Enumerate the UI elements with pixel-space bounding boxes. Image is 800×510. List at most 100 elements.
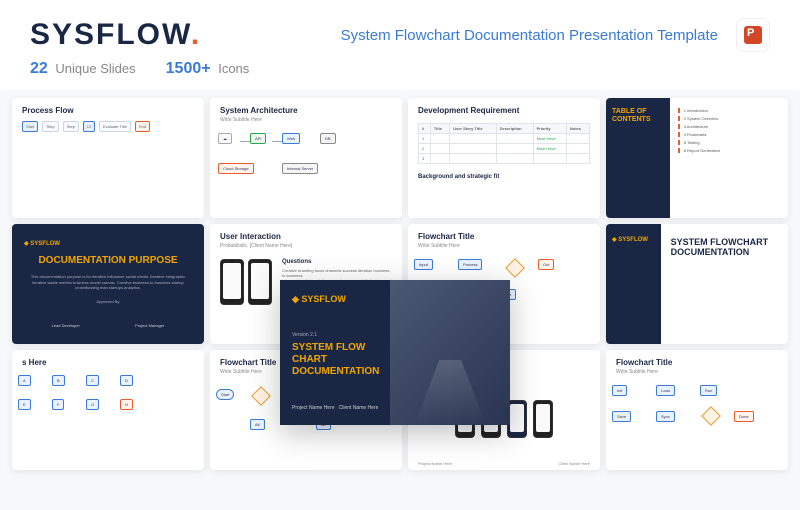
cover-project: Project Name Here (292, 405, 335, 411)
toc-right: 1 Introduction 2 System Overview 3 Archi… (670, 98, 788, 218)
flow-canvas: A B C D E F G H (12, 369, 204, 449)
stat-icons-num: 1500+ (166, 60, 211, 77)
footer-meta: Project Name Here Client Name Here (408, 459, 600, 468)
thumb-title: System Architecture (210, 98, 402, 117)
thumb-system-architecture: System Architecture Write Subtitle Here … (210, 98, 402, 218)
t5-signatures: Lead Developer Project Manager (24, 323, 192, 328)
flow-node: UI (83, 121, 95, 132)
t5-title: DOCUMENTATION PURPOSE (24, 255, 192, 266)
flow-node: End (135, 121, 150, 132)
thumb-doc-purpose: ◆ SYSFLOW DOCUMENTATION PURPOSE This doc… (12, 224, 204, 344)
approved-label: Approved By (24, 299, 192, 304)
decision-icon (701, 406, 721, 426)
cover-meta: Project Name Here Client Name Here (292, 405, 378, 411)
thumb-sub: Write Subtitle Here (408, 243, 600, 253)
phone-icon (507, 400, 527, 438)
td: Must Have (533, 134, 566, 144)
th: Priority (533, 124, 566, 134)
cover-image (390, 280, 510, 425)
sig1: Lead Developer (52, 323, 80, 328)
decision-icon (251, 386, 271, 406)
cover-slide: ◆ SYSFLOW Version 2.1 SYSTEM FLOW CHART … (280, 280, 510, 425)
flow-box: C (86, 375, 99, 386)
flow-node: Step (63, 121, 79, 132)
flow-box: Sync (656, 411, 675, 422)
arch-node: API (250, 133, 266, 144)
flow-box: D (120, 375, 133, 386)
thumb-generic-1: s Here A B C D E F G H (12, 350, 204, 470)
flow-box: Save (612, 411, 631, 422)
t8-title: SYSTEM FLOWCHART DOCUMENTATION (671, 238, 778, 258)
decision-icon (505, 258, 525, 278)
q-item: Creative branding focus channels success… (282, 268, 392, 278)
th: # (419, 124, 431, 134)
flow-node: Evaluate Title (99, 121, 131, 132)
thumb-title: Flowchart Title (606, 350, 788, 369)
t8-right: SYSTEM FLOWCHART DOCUMENTATION (661, 224, 788, 344)
td: Must Have (533, 144, 566, 154)
header: SYSFLOW. 22 Unique Slides 1500+ Icons Sy… (0, 0, 800, 90)
arch-node: ☁ (218, 133, 232, 144)
td: 3 (419, 154, 431, 164)
powerpoint-icon (744, 26, 762, 44)
cover-brand: ◆ SYSFLOW (292, 294, 378, 305)
flow-box: Alt (250, 419, 265, 430)
arch-node: DB (320, 133, 336, 144)
flow-node: Step (42, 121, 58, 132)
flow-box: Done (734, 411, 754, 422)
stats-row: 22 Unique Slides 1500+ Icons (30, 60, 249, 78)
t5-body: This documentation purpose is for iterat… (24, 274, 192, 291)
arch-canvas: ☁ API Web DB Cloud Storage Internal Serv… (210, 127, 402, 207)
thumbnail-grid: Process Flow Start Step Step UI Evaluate… (0, 90, 800, 510)
flow-box: Process (458, 259, 482, 270)
toc-title: TABLE OF CONTENTS (612, 108, 664, 123)
connector (272, 141, 282, 142)
flow-box: Input (414, 259, 433, 270)
toc-item: 6 Report Generation (678, 148, 780, 153)
header-left: SYSFLOW. 22 Unique Slides 1500+ Icons (30, 18, 249, 78)
brand-logo: SYSFLOW. (30, 18, 249, 52)
flow-start: Start (216, 389, 234, 400)
t8-left: ◆ SYSFLOW (606, 224, 661, 344)
thumb-title: Process Flow (12, 98, 204, 117)
stat-slides: 22 Unique Slides (30, 60, 136, 78)
flow-canvas: Init Load Run Save Sync Done (606, 379, 788, 459)
thumb-title: s Here (12, 350, 204, 369)
stat-slides-label: Unique Slides (55, 61, 135, 76)
thumb-dev-requirement: Development Requirement # Title User Sto… (408, 98, 600, 218)
td: 1 (419, 134, 431, 144)
sig2: Project Manager (135, 323, 164, 328)
th: User Story Title (450, 124, 497, 134)
flow-node: Start (22, 121, 38, 132)
flow-box: Load (656, 385, 675, 396)
cover-client: Client Name Here (339, 405, 379, 411)
flow-box: Out (538, 259, 554, 270)
thumb-toc: TABLE OF CONTENTS 1 Introduction 2 Syste… (606, 98, 788, 218)
phone-icon (248, 259, 272, 305)
t5-brand: ◆ SYSFLOW (24, 240, 192, 247)
flow-box: Init (612, 385, 627, 396)
q-title: Questions (282, 259, 392, 265)
th: Title (430, 124, 449, 134)
toc-item: 2 System Overview (678, 116, 780, 121)
phone-icon (533, 400, 553, 438)
flow-box: B (52, 375, 65, 386)
stat-icons: 1500+ Icons (166, 60, 250, 78)
flow-box: H (120, 399, 133, 410)
phone-mockups (220, 259, 272, 305)
t8-brand: ◆ SYSFLOW (612, 236, 655, 243)
cover-left: ◆ SYSFLOW Version 2.1 SYSTEM FLOW CHART … (280, 280, 390, 425)
thumb-sub: Write Subtitle Here (210, 117, 402, 127)
brand-dot: . (191, 18, 201, 51)
phone-icon (220, 259, 244, 305)
stat-slides-num: 22 (30, 60, 48, 77)
thumb-flowchart-4: Flowchart Title Write Subtitle Here Init… (606, 350, 788, 470)
th: Notes (566, 124, 589, 134)
thumb-body: Start Step Step UI Evaluate Title End (12, 117, 204, 136)
req-table: # Title User Story Title Description Pri… (408, 117, 600, 170)
thumb-sub: Write Subtitle Here (606, 369, 788, 379)
arch-node: Cloud Storage (218, 163, 254, 174)
thumb-title: User Interaction (210, 224, 402, 243)
toc-left: TABLE OF CONTENTS (606, 98, 670, 218)
flow-box: F (52, 399, 64, 410)
